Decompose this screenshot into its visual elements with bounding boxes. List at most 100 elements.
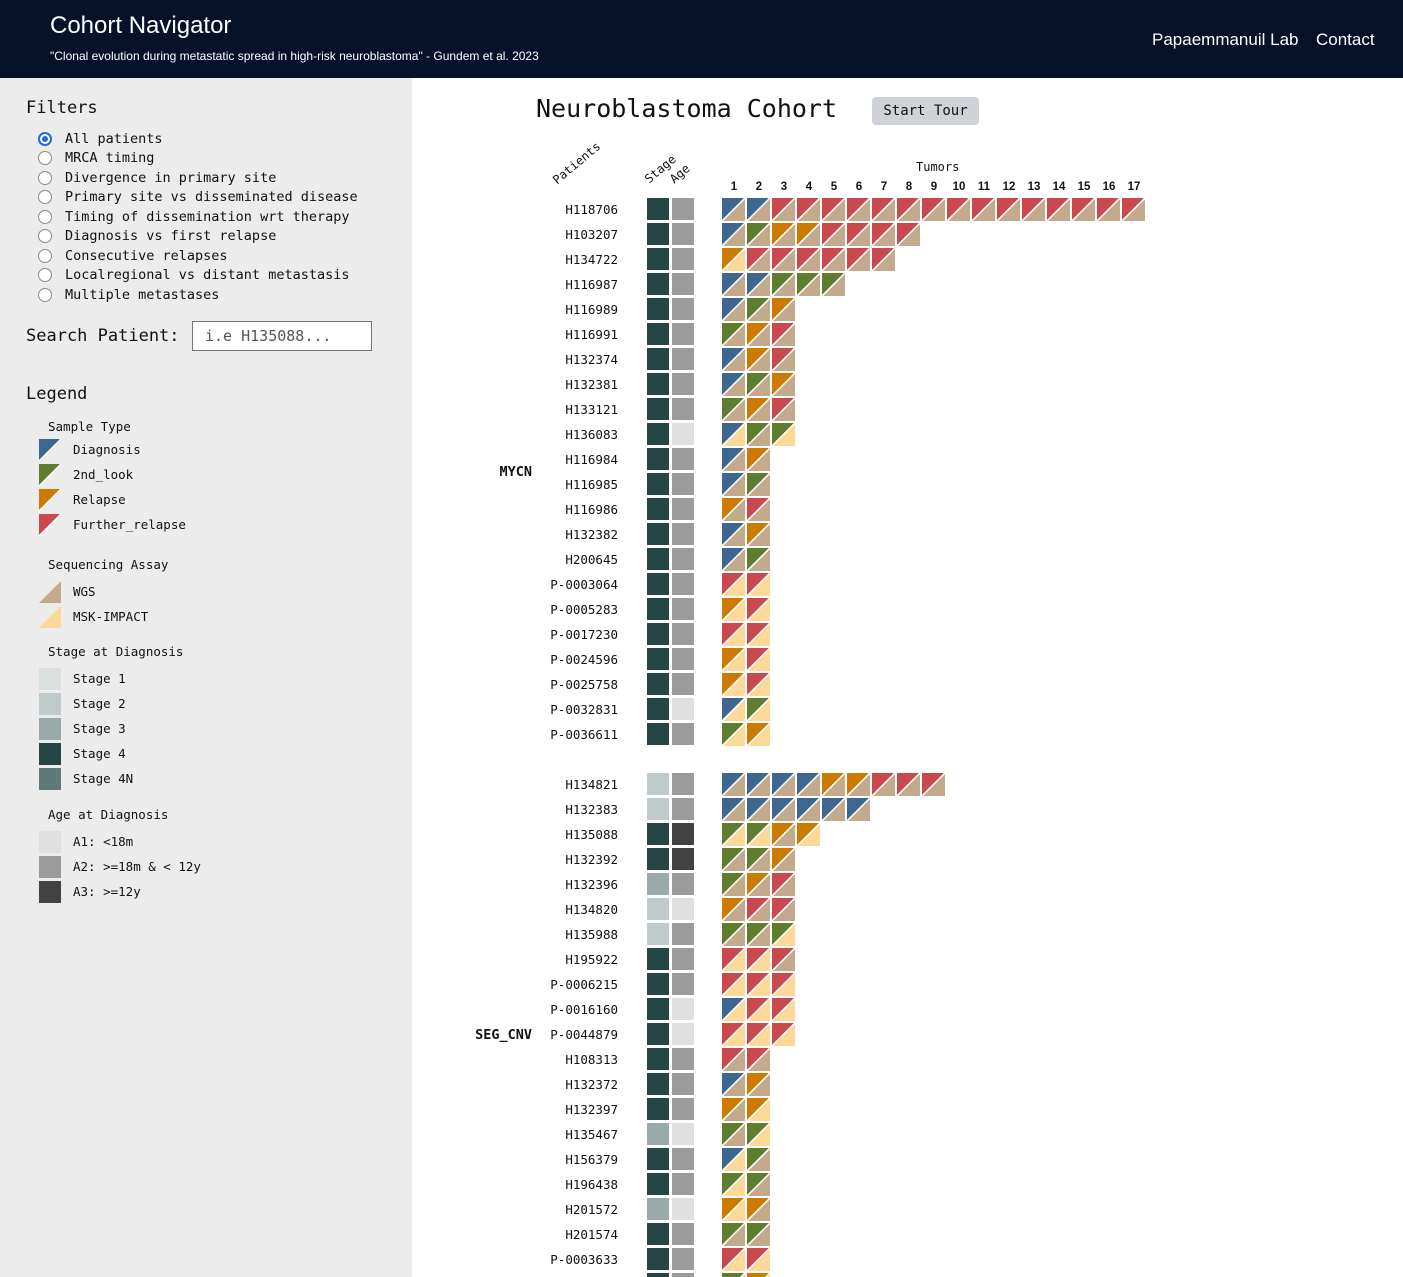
- patient-id[interactable]: H103207: [412, 227, 618, 242]
- tumor-sample-cell[interactable]: [746, 622, 771, 647]
- patient-id[interactable]: H108313: [412, 1052, 618, 1067]
- tumor-sample-cell[interactable]: [796, 822, 821, 847]
- tumor-sample-cell[interactable]: [746, 972, 771, 997]
- tumor-sample-cell[interactable]: [721, 997, 746, 1022]
- tumor-sample-cell[interactable]: [771, 297, 796, 322]
- patient-id[interactable]: H201572: [412, 1202, 618, 1217]
- tumor-sample-cell[interactable]: [746, 647, 771, 672]
- tumor-sample-cell[interactable]: [746, 772, 771, 797]
- tumor-sample-cell[interactable]: [721, 547, 746, 572]
- tumor-sample-cell[interactable]: [796, 197, 821, 222]
- tumor-sample-cell[interactable]: [721, 872, 746, 897]
- tumor-sample-cell[interactable]: [896, 197, 921, 222]
- tumor-sample-cell[interactable]: [746, 397, 771, 422]
- tumor-sample-cell[interactable]: [771, 772, 796, 797]
- filter-option[interactable]: All patients: [38, 129, 358, 149]
- tumor-sample-cell[interactable]: [746, 297, 771, 322]
- tumor-sample-cell[interactable]: [721, 297, 746, 322]
- patient-id[interactable]: P-0003633: [412, 1252, 618, 1267]
- tumor-sample-cell[interactable]: [871, 247, 896, 272]
- tumor-sample-cell[interactable]: [1121, 197, 1146, 222]
- tumor-sample-cell[interactable]: [821, 272, 846, 297]
- tumor-sample-cell[interactable]: [771, 822, 796, 847]
- tumor-sample-cell[interactable]: [771, 922, 796, 947]
- tumor-sample-cell[interactable]: [821, 247, 846, 272]
- tumor-sample-cell[interactable]: [746, 597, 771, 622]
- tumor-sample-cell[interactable]: [746, 497, 771, 522]
- patient-id[interactable]: P-0017230: [412, 627, 618, 642]
- patient-id[interactable]: H195922: [412, 952, 618, 967]
- tumor-sample-cell[interactable]: [721, 347, 746, 372]
- tumor-sample-cell[interactable]: [746, 1247, 771, 1272]
- tumor-sample-cell[interactable]: [721, 1072, 746, 1097]
- tumor-sample-cell[interactable]: [721, 397, 746, 422]
- tumor-sample-cell[interactable]: [746, 547, 771, 572]
- tumor-sample-cell[interactable]: [746, 697, 771, 722]
- tumor-sample-cell[interactable]: [746, 922, 771, 947]
- tumor-sample-cell[interactable]: [721, 772, 746, 797]
- patient-id[interactable]: H134820: [412, 902, 618, 917]
- tumor-sample-cell[interactable]: [846, 197, 871, 222]
- filter-option[interactable]: Divergence in primary site: [38, 168, 358, 188]
- tumor-sample-cell[interactable]: [721, 622, 746, 647]
- tumor-sample-cell[interactable]: [746, 372, 771, 397]
- tumor-sample-cell[interactable]: [746, 1222, 771, 1247]
- tumor-sample-cell[interactable]: [771, 272, 796, 297]
- patient-id[interactable]: H132382: [412, 527, 618, 542]
- tumor-sample-cell[interactable]: [721, 947, 746, 972]
- filter-option[interactable]: Timing of dissemination wrt therapy: [38, 207, 358, 227]
- start-tour-button[interactable]: Start Tour: [872, 97, 979, 125]
- tumor-sample-cell[interactable]: [721, 322, 746, 347]
- tumor-sample-cell[interactable]: [746, 797, 771, 822]
- patient-id[interactable]: H135467: [412, 1127, 618, 1142]
- tumor-sample-cell[interactable]: [896, 222, 921, 247]
- tumor-sample-cell[interactable]: [846, 222, 871, 247]
- filter-option[interactable]: MRCA timing: [38, 149, 358, 169]
- tumor-sample-cell[interactable]: [821, 772, 846, 797]
- patient-id[interactable]: H132374: [412, 352, 618, 367]
- tumor-sample-cell[interactable]: [746, 997, 771, 1022]
- patient-id[interactable]: H132392: [412, 852, 618, 867]
- patient-id[interactable]: P-0036611: [412, 727, 618, 742]
- filter-radio[interactable]: [38, 229, 52, 244]
- tumor-sample-cell[interactable]: [771, 997, 796, 1022]
- tumor-sample-cell[interactable]: [721, 1247, 746, 1272]
- tumor-sample-cell[interactable]: [1096, 197, 1121, 222]
- filter-radio[interactable]: [38, 151, 52, 166]
- tumor-sample-cell[interactable]: [746, 1197, 771, 1222]
- tumor-sample-cell[interactable]: [721, 447, 746, 472]
- tumor-sample-cell[interactable]: [721, 1047, 746, 1072]
- tumor-sample-cell[interactable]: [721, 1022, 746, 1047]
- tumor-sample-cell[interactable]: [721, 672, 746, 697]
- tumor-sample-cell[interactable]: [771, 322, 796, 347]
- tumor-sample-cell[interactable]: [771, 347, 796, 372]
- nav-link-lab[interactable]: Papaemmanuil Lab: [1152, 30, 1298, 50]
- tumor-sample-cell[interactable]: [771, 797, 796, 822]
- tumor-sample-cell[interactable]: [746, 1097, 771, 1122]
- patient-id[interactable]: H134722: [412, 252, 618, 267]
- tumor-sample-cell[interactable]: [721, 272, 746, 297]
- tumor-sample-cell[interactable]: [771, 422, 796, 447]
- tumor-sample-cell[interactable]: [721, 522, 746, 547]
- patient-id[interactable]: H132383: [412, 802, 618, 817]
- tumor-sample-cell[interactable]: [746, 472, 771, 497]
- tumor-sample-cell[interactable]: [746, 847, 771, 872]
- tumor-sample-cell[interactable]: [721, 1122, 746, 1147]
- tumor-sample-cell[interactable]: [921, 772, 946, 797]
- tumor-sample-cell[interactable]: [746, 322, 771, 347]
- tumor-sample-cell[interactable]: [721, 697, 746, 722]
- tumor-sample-cell[interactable]: [746, 572, 771, 597]
- tumor-sample-cell[interactable]: [721, 197, 746, 222]
- tumor-sample-cell[interactable]: [721, 422, 746, 447]
- filter-option[interactable]: Multiple metastases: [38, 285, 358, 305]
- tumor-sample-cell[interactable]: [746, 1147, 771, 1172]
- patient-id[interactable]: H196438: [412, 1177, 618, 1192]
- tumor-sample-cell[interactable]: [746, 197, 771, 222]
- patient-id[interactable]: P-0024596: [412, 652, 618, 667]
- tumor-sample-cell[interactable]: [746, 222, 771, 247]
- tumor-sample-cell[interactable]: [796, 222, 821, 247]
- tumor-sample-cell[interactable]: [721, 922, 746, 947]
- tumor-sample-cell[interactable]: [746, 272, 771, 297]
- tumor-sample-cell[interactable]: [721, 597, 746, 622]
- tumor-sample-cell[interactable]: [721, 372, 746, 397]
